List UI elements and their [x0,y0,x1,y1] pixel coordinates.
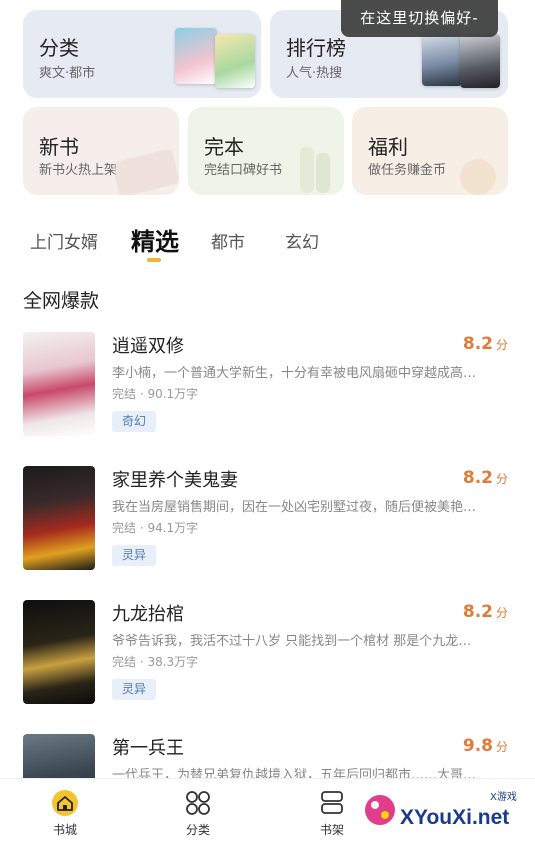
section-title: 全网爆款 [23,290,100,312]
card-ranking-title: 排行榜 [286,36,346,60]
book-cover [23,332,95,436]
card-new-books[interactable]: 新书 新书火热上架 [23,107,179,195]
card-category-subtitle: 爽文·都市 [39,66,96,81]
tab-jingxuan[interactable]: 精选 [131,222,179,257]
preference-tooltip[interactable]: 在这里切换偏好- [341,0,498,37]
book-meta: 完结 · 90.1万字 [112,387,199,401]
book-description: 李小楠，一个普通大学新生，十分有幸被电风扇砸中穿越成高… [112,366,477,381]
nav-bookshelf[interactable]: 书架 [302,789,362,838]
book-meta: 完结 · 38.3万字 [112,655,199,669]
book-score: 9.8 分 [462,736,508,756]
card-category-cover-1 [175,28,217,84]
book-title: 九龙抬棺 [112,604,184,625]
book-score: 8.2 分 [462,334,508,354]
bookshelf-icon [321,791,343,814]
nav-bookstore[interactable]: 书城 [35,789,95,838]
book-cover [23,466,95,570]
active-tab-indicator [147,258,161,262]
book-cover [23,600,95,704]
book-meta: 完结 · 94.1万字 [112,521,199,535]
tab-dushi[interactable]: 都市 [211,228,245,253]
book-description: 爷爷告诉我，我活不过十八岁 只能找到一个棺材 那是个九龙… [112,634,472,649]
books-upright-icon-2 [316,153,330,193]
nav-category[interactable]: 分类 [168,789,228,838]
book-genre-tag[interactable]: 奇幻 [112,411,157,432]
nav-category-label: 分类 [185,823,210,837]
card-finished[interactable]: 完本 完结口碑好书 [188,107,344,195]
book-score: 8.2 分 [462,602,508,622]
tab-shangmen-nvxu[interactable]: 上门女婿 [30,228,98,253]
card-welfare-subtitle: 做任务赚金币 [368,163,447,178]
book-item[interactable]: 九龙抬棺 8.2 分 爷爷告诉我，我活不过十八岁 只能找到一个棺材 那是个九龙… … [0,600,535,720]
watermark-brand: XYouXi.net [400,806,509,829]
book-genre-tag[interactable]: 灵异 [112,545,157,566]
card-finished-title: 完本 [204,135,244,159]
category-tabs: 上门女婿 精选 都市 玄幻 [0,218,535,266]
book-title: 逍遥双修 [112,336,184,357]
nav-bookstore-label: 书城 [52,823,77,837]
card-welfare-title: 福利 [368,135,408,159]
xyouxi-logo-icon: XYouXi.net X游戏 [365,790,517,829]
watermark-small: X游戏 [490,790,517,803]
home-icon [52,790,78,816]
site-watermark: XYouXi.net X游戏 [360,784,530,840]
card-new-books-title: 新书 [39,135,79,159]
book-item[interactable]: 家里养个美鬼妻 8.2 分 我在当房屋销售期间，因在一处凶宅别墅过夜，随后便被美艳… [0,466,535,586]
book-title: 家里养个美鬼妻 [112,470,238,491]
book-item[interactable]: 逍遥双修 8.2 分 李小楠，一个普通大学新生，十分有幸被电风扇砸中穿越成高… 完… [0,332,535,452]
nav-bookshelf-label: 书架 [319,823,344,837]
book-stack-icon [111,148,179,195]
card-category-cover-2 [215,34,255,88]
books-upright-icon [300,147,314,193]
coin-icon [460,159,496,195]
grid-icon [186,791,210,815]
card-category-title: 分类 [39,36,79,60]
book-title: 第一兵王 [112,738,184,759]
card-ranking-cover-2 [460,34,500,88]
card-welfare[interactable]: 福利 做任务赚金币 [352,107,508,195]
book-score: 8.2 分 [462,468,508,488]
card-new-books-subtitle: 新书火热上架 [39,163,118,178]
tab-xuanhuan[interactable]: 玄幻 [285,228,319,253]
card-ranking-subtitle: 人气·热搜 [286,66,343,81]
book-description: 我在当房屋销售期间，因在一处凶宅别墅过夜，随后便被美艳… [112,500,477,515]
card-finished-subtitle: 完结口碑好书 [204,163,283,178]
card-category[interactable]: 分类 爽文·都市 [23,10,261,98]
book-genre-tag[interactable]: 灵异 [112,679,157,700]
